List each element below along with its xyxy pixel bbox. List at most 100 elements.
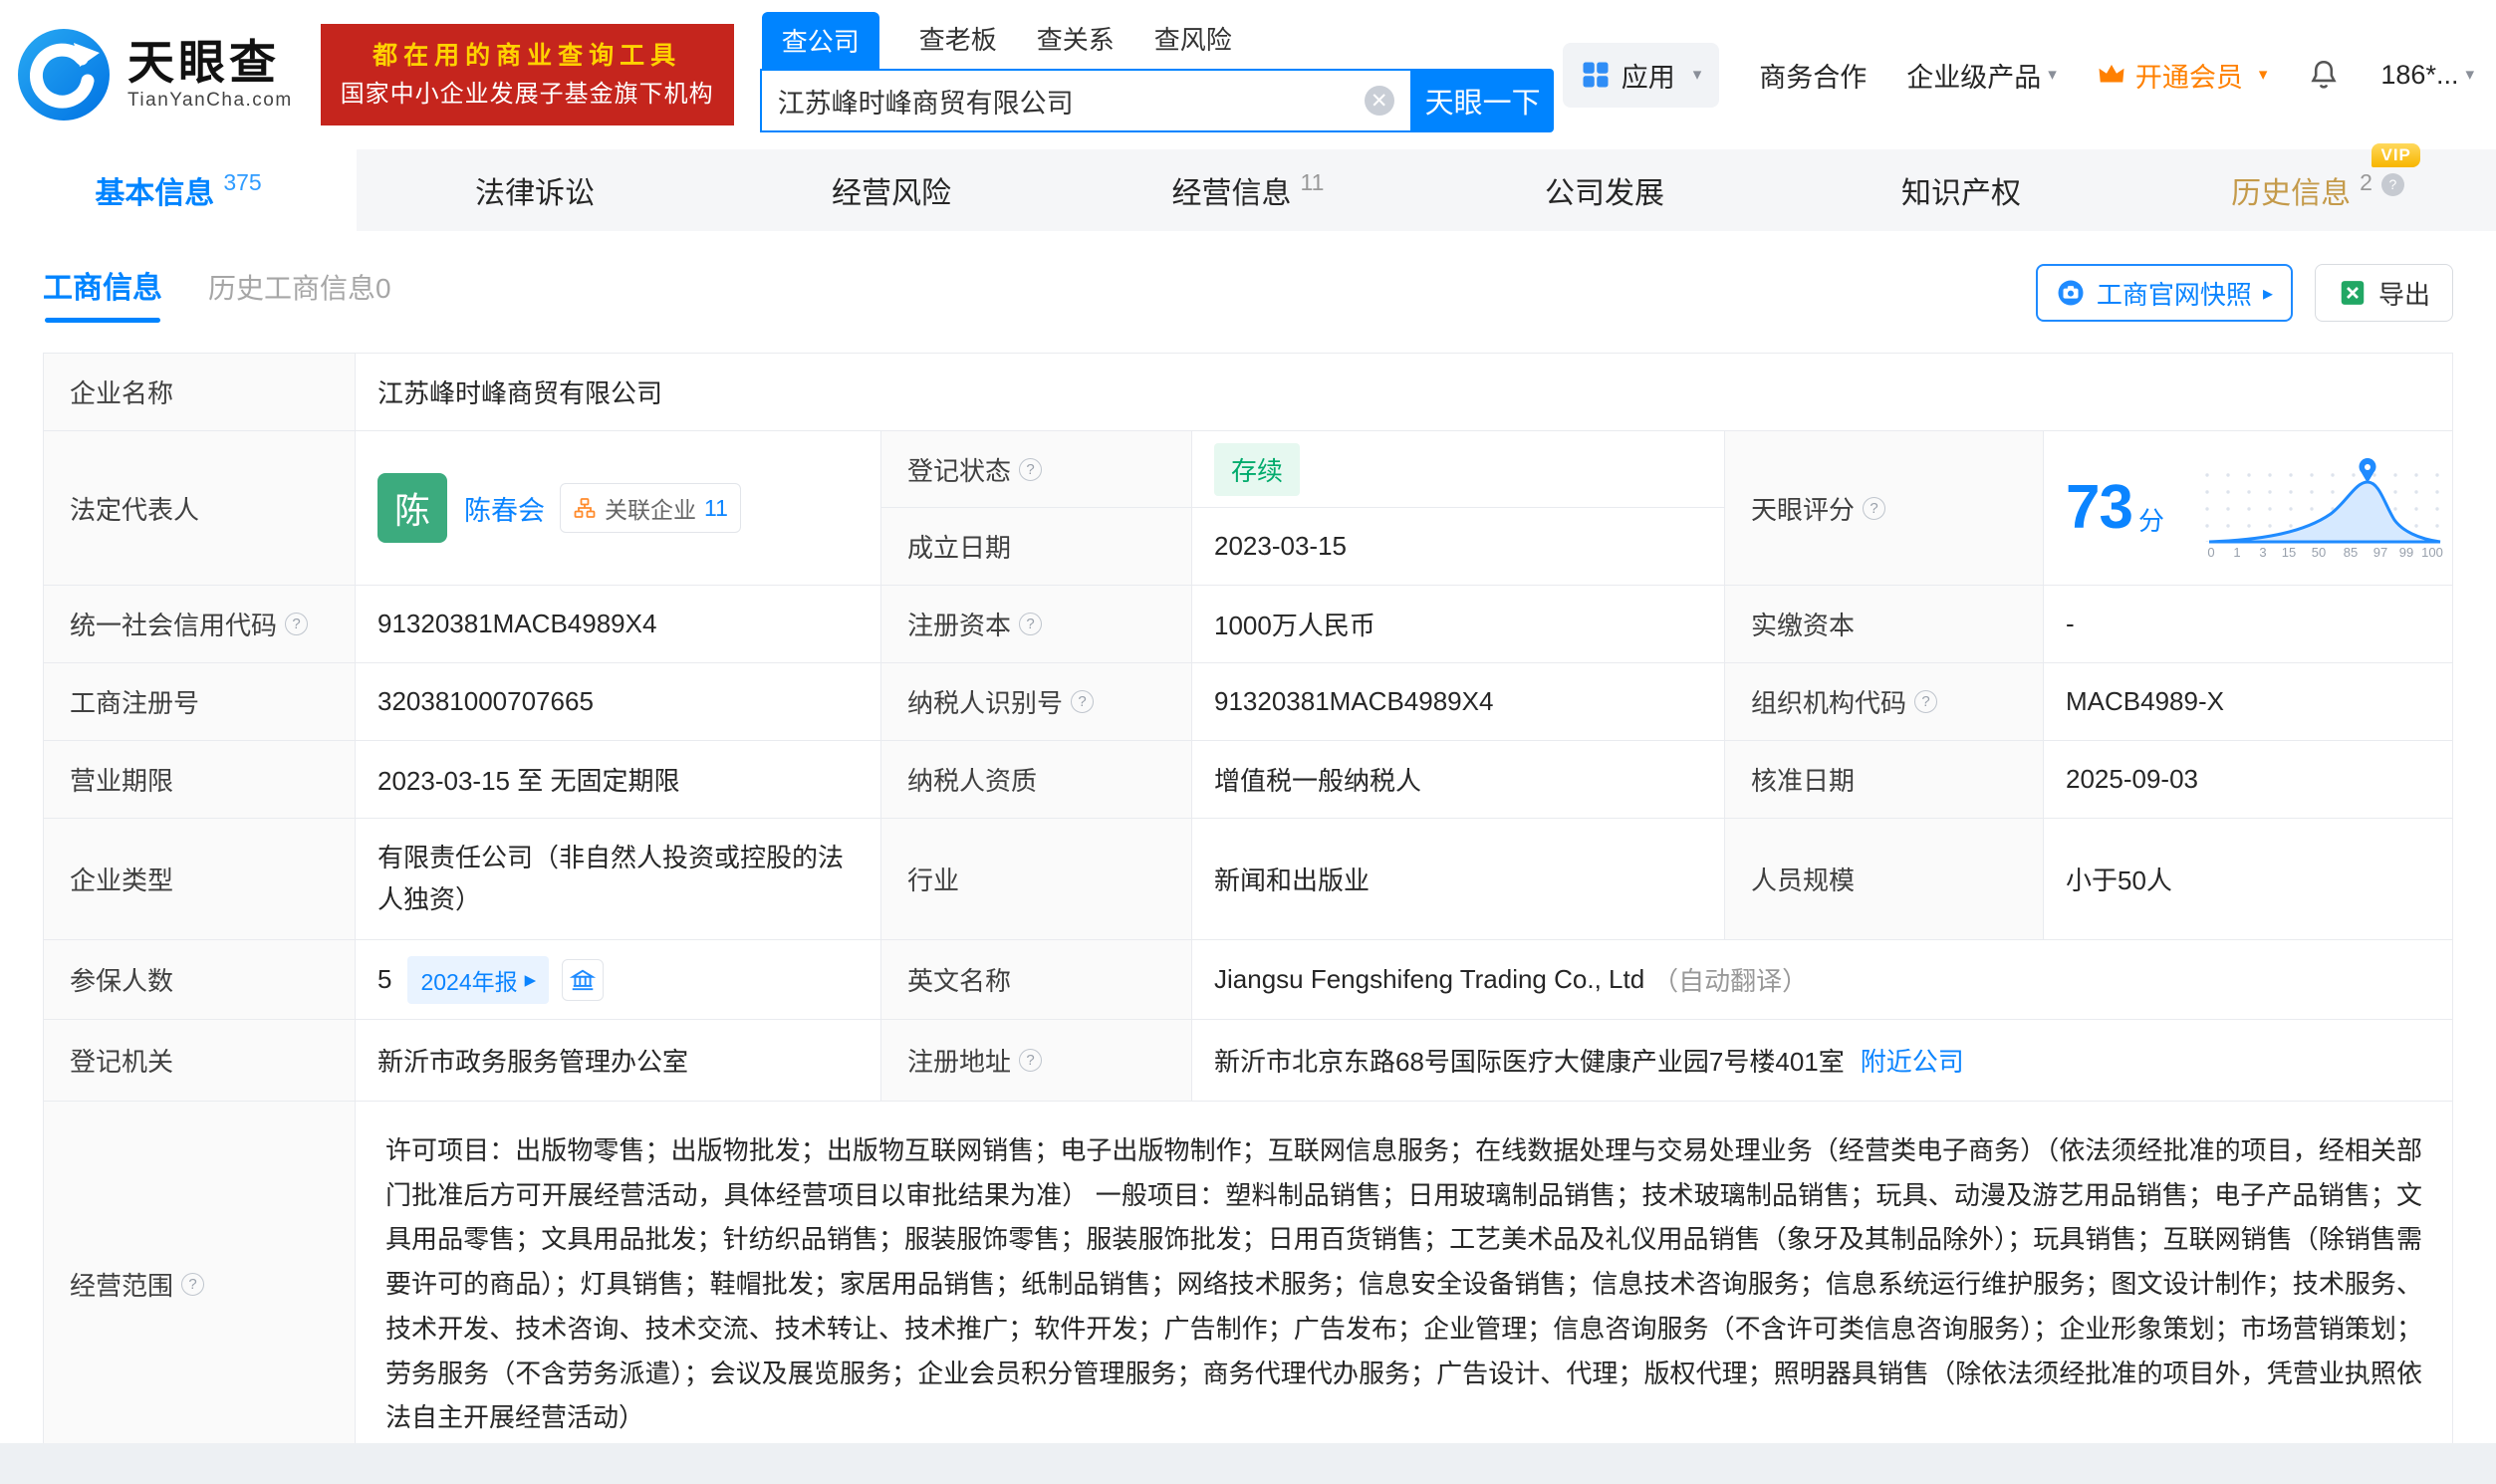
approval-date-label: 核准日期: [1724, 740, 2043, 818]
help-icon[interactable]: ?: [1914, 690, 1937, 713]
svg-text:1: 1: [2233, 545, 2240, 560]
gov-source-button[interactable]: [562, 959, 604, 1001]
legal-rep-label: 法定代表人: [44, 430, 355, 585]
tab-legal-litigation[interactable]: 法律诉讼: [357, 149, 713, 231]
help-icon[interactable]: ?: [285, 613, 308, 635]
business-cooperation-link[interactable]: 商务合作: [1759, 56, 1867, 95]
reg-status-label: 登记状态 ?: [880, 430, 1191, 507]
auto-translate-note: （自动翻译）: [1652, 961, 1808, 998]
help-icon[interactable]: ?: [1019, 613, 1042, 635]
clear-icon[interactable]: ✕: [1365, 86, 1394, 116]
help-icon[interactable]: ?: [1019, 458, 1042, 481]
help-icon[interactable]: ?: [1863, 497, 1885, 520]
search-tab-company[interactable]: 查公司: [762, 12, 879, 69]
tianyancha-company-page: 天眼查 TianYanCha.com 都在用的商业查询工具 国家中小企业发展子基…: [0, 0, 2496, 1484]
user-account-menu[interactable]: 186*... ▾: [2380, 60, 2474, 91]
taxpayer-quality-value: 增值税一般纳税人: [1191, 740, 1724, 818]
search-button[interactable]: 天眼一下: [1412, 69, 1554, 132]
search-tab-relation[interactable]: 查关系: [1037, 20, 1115, 69]
enterprise-products-menu[interactable]: 企业级产品 ▾: [1906, 56, 2057, 95]
apps-label: 应用: [1622, 56, 1675, 95]
reg-capital-label: 注册资本 ?: [880, 585, 1191, 662]
subnav-tabs: 工商信息 历史工商信息0: [43, 263, 391, 323]
svg-text:100: 100: [2421, 545, 2443, 560]
search-tabs: 查公司 查老板 查关系 查风险: [760, 17, 1554, 69]
score-unit: 分: [2138, 501, 2164, 538]
svg-text:97: 97: [2373, 545, 2387, 560]
related-companies-badge[interactable]: 关联企业 11: [560, 483, 741, 533]
establish-date-label: 成立日期: [880, 507, 1191, 585]
tab-operation-info[interactable]: 经营信息 11: [1070, 149, 1426, 231]
label-text: 纳税人识别号: [907, 683, 1063, 720]
official-snapshot-button[interactable]: 工商官网快照 ▸: [2036, 264, 2293, 322]
industry-value: 新闻和出版业: [1191, 818, 1724, 939]
tab-history-info[interactable]: 历史信息 2 ? VIP: [2139, 149, 2496, 231]
taxpayer-id-value: 91320381MACB4989X4: [1191, 662, 1724, 740]
tab-count: 375: [223, 169, 261, 196]
tab-label: 历史信息: [2231, 168, 2351, 212]
help-icon[interactable]: ?: [1071, 690, 1094, 713]
nearby-companies-link[interactable]: 附近公司: [1861, 1042, 1964, 1079]
tab-label: 基本信息: [95, 168, 214, 212]
address-label: 注册地址 ?: [880, 1019, 1191, 1101]
tab-basic-info[interactable]: 基本信息 375: [0, 149, 357, 231]
search-input[interactable]: [778, 86, 1365, 117]
tab-operation-risk[interactable]: 经营风险: [713, 149, 1070, 231]
address-cell: 新沂市北京东路68号国际医疗大健康产业园7号楼401室 附近公司: [1191, 1019, 2452, 1101]
avatar[interactable]: 陈: [377, 473, 447, 543]
logo[interactable]: 天眼查 TianYanCha.com: [16, 27, 293, 123]
subnav-bar: 工商信息 历史工商信息0 工商官网快照 ▸: [0, 231, 2496, 349]
brand-domain: TianYanCha.com: [127, 90, 293, 112]
score-cell: 73 分 0 1 3 15 50 85: [2043, 430, 2452, 585]
legal-rep-name-link[interactable]: 陈春会: [464, 489, 545, 528]
snapshot-icon: [2056, 278, 2086, 308]
tab-intellectual-property[interactable]: 知识产权: [1783, 149, 2139, 231]
taxpayer-quality-label: 纳税人资质: [880, 740, 1191, 818]
org-code-label: 组织机构代码 ?: [1724, 662, 2043, 740]
label-text: 登记状态: [907, 451, 1011, 488]
label-text: 经营范围: [70, 1266, 173, 1303]
paid-capital-label: 实缴资本: [1724, 585, 2043, 662]
help-icon[interactable]: ?: [1019, 1049, 1042, 1072]
open-vip-link[interactable]: 开通会员 ▾: [2097, 56, 2268, 95]
apps-menu[interactable]: 应用 ▾: [1563, 43, 1720, 108]
notification-bell-icon[interactable]: [2307, 58, 2341, 92]
chevron-right-icon: ▸: [525, 966, 537, 993]
subtab-history-business-info[interactable]: 历史工商信息0: [208, 267, 391, 323]
business-scope-value: 许可项目：出版物零售；出版物批发；出版物互联网销售；电子出版物制作；互联网信息服…: [355, 1101, 2452, 1467]
insured-count-value: 5: [377, 964, 391, 995]
company-type-value: 有限责任公司（非自然人投资或控股的法人独资）: [355, 818, 880, 939]
search-tab-risk[interactable]: 查风险: [1154, 20, 1232, 69]
score-value: 73: [2066, 477, 2132, 539]
annual-report-badge[interactable]: 2024年报 ▸: [407, 956, 549, 1004]
industry-label: 行业: [880, 818, 1191, 939]
english-name-value: Jiangsu Fengshifeng Trading Co., Ltd: [1214, 964, 1644, 995]
address-value: 新沂市北京东路68号国际医疗大健康产业园7号楼401室: [1214, 1042, 1845, 1079]
insured-count-label: 参保人数: [44, 939, 355, 1019]
english-name-cell: Jiangsu Fengshifeng Trading Co., Ltd （自动…: [1191, 939, 2452, 1019]
promo-banner: 都在用的商业查询工具 国家中小企业发展子基金旗下机构: [321, 24, 734, 125]
business-term-value: 2023-03-15 至 无固定期限: [355, 740, 880, 818]
logo-text: 天眼查 TianYanCha.com: [127, 38, 293, 112]
annual-report-label: 2024年报: [420, 963, 517, 997]
company-name-value: 江苏峰时峰商贸有限公司: [355, 354, 2452, 430]
tianyancha-logo-icon: [16, 27, 112, 123]
svg-text:3: 3: [2259, 545, 2266, 560]
vip-badge: VIP: [2371, 143, 2419, 167]
label-text: 统一社会信用代码: [70, 606, 277, 642]
export-button[interactable]: 导出: [2315, 264, 2453, 322]
help-icon[interactable]: ?: [181, 1273, 204, 1296]
status-badge: 存续: [1214, 443, 1300, 496]
search-tab-boss[interactable]: 查老板: [919, 20, 997, 69]
score-label: 天眼评分 ?: [1724, 430, 2043, 585]
subtab-business-info[interactable]: 工商信息: [43, 263, 162, 323]
bank-icon: [570, 967, 596, 993]
header-menu: 应用 ▾ 商务合作 企业级产品 ▾ 开通会员 ▾ 186*... ▾: [1563, 43, 2474, 108]
label-text: 注册资本: [907, 606, 1011, 642]
subtab-label: 历史工商信息: [208, 273, 375, 304]
excel-export-icon: [2338, 278, 2368, 308]
tab-company-development[interactable]: 公司发展: [1426, 149, 1783, 231]
subtab-count: 0: [375, 273, 391, 304]
business-term-label: 营业期限: [44, 740, 355, 818]
tab-count: 11: [1301, 169, 1325, 196]
